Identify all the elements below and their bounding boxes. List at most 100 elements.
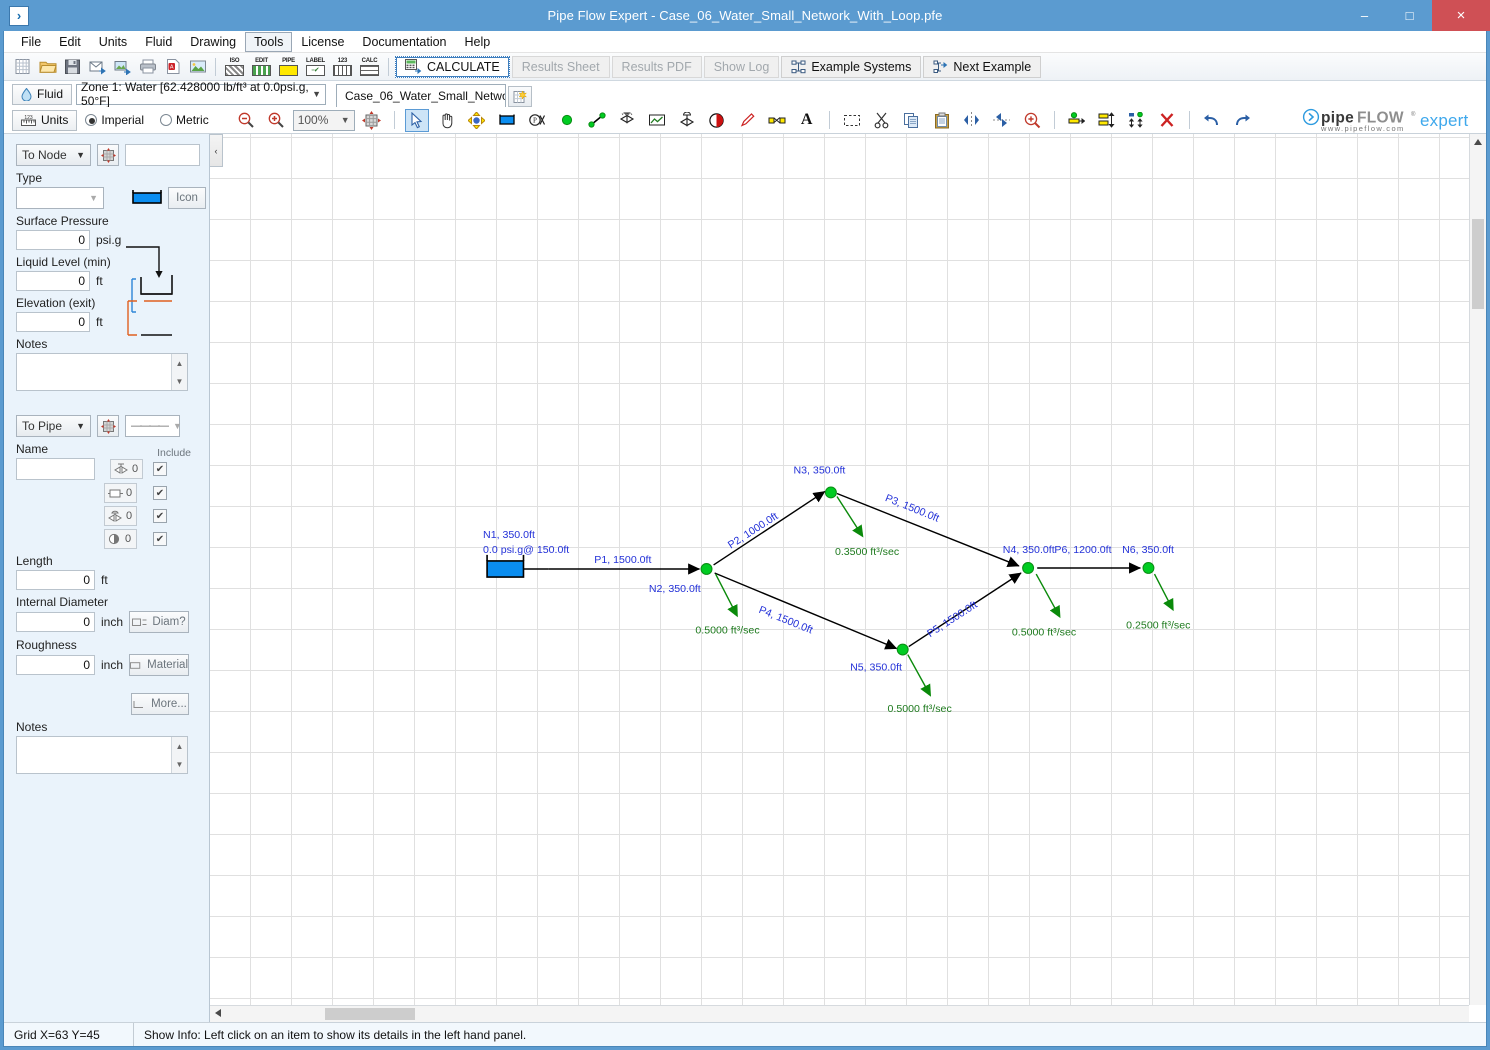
- document-tab[interactable]: Case_06_Water_Small_Netwo ✕: [336, 84, 507, 107]
- fluid-zone-select[interactable]: Zone 1: Water [62.428000 lb/ft³ at 0.0ps…: [76, 80, 327, 108]
- valve-icon[interactable]: [615, 109, 639, 132]
- component-count-button[interactable]: 0: [104, 483, 137, 503]
- picture-icon[interactable]: [186, 56, 209, 78]
- units-button[interactable]: 123 Units: [12, 109, 78, 131]
- export-image-icon[interactable]: [111, 56, 134, 78]
- iso-icon[interactable]: ISO: [222, 55, 247, 79]
- calculate-button[interactable]: CALCULATE: [395, 55, 510, 78]
- delete-red-x-icon[interactable]: [1155, 109, 1179, 132]
- node-N4[interactable]: [1022, 562, 1035, 574]
- pan-hand-icon[interactable]: [435, 109, 459, 132]
- to-pipe-combo[interactable]: To Pipe ▼: [16, 415, 91, 437]
- menu-item-help[interactable]: Help: [456, 32, 500, 52]
- move-icon[interactable]: [465, 109, 489, 132]
- node-notes-scrollbar[interactable]: ▲ ▼: [171, 354, 187, 390]
- node-notes-textarea[interactable]: ▲ ▼: [16, 353, 188, 391]
- collapse-panel-button[interactable]: ‹: [210, 134, 223, 167]
- pdf-icon[interactable]: A: [161, 56, 184, 78]
- example-systems-button[interactable]: Example Systems: [781, 55, 922, 78]
- resize-icon[interactable]: [1095, 109, 1119, 132]
- email-icon[interactable]: [86, 56, 109, 78]
- pipe-icon[interactable]: PIPE: [276, 55, 301, 79]
- pump-icon[interactable]: P: [525, 109, 549, 132]
- pencil-icon[interactable]: [735, 109, 759, 132]
- node-type-select[interactable]: ▼: [16, 187, 104, 209]
- node-name-input[interactable]: [125, 144, 200, 166]
- line-style-select[interactable]: ———— ▼: [125, 415, 182, 437]
- icon-button[interactable]: Icon: [168, 187, 206, 209]
- open-folder-icon[interactable]: [36, 56, 59, 78]
- pipe-draw-icon[interactable]: [585, 109, 609, 132]
- node-icon[interactable]: [555, 109, 579, 132]
- results-sheet-button[interactable]: Results Sheet: [511, 55, 610, 78]
- menu-item-file[interactable]: File: [12, 32, 50, 52]
- to-node-combo[interactable]: To Node ▼: [16, 144, 91, 166]
- zoom-region-icon[interactable]: [1020, 109, 1044, 132]
- copy-icon[interactable]: [900, 109, 924, 132]
- include-component-checkbox[interactable]: ✔: [153, 486, 167, 500]
- fluid-button[interactable]: Fluid: [12, 83, 73, 105]
- save-disk-icon[interactable]: [61, 56, 84, 78]
- vertical-scrollbar[interactable]: [1469, 134, 1486, 1005]
- label-icon[interactable]: LABEL ▫✔: [303, 55, 328, 79]
- redo-icon[interactable]: [1230, 109, 1254, 132]
- pump-count-button[interactable]: 0: [104, 529, 137, 549]
- results-pdf-button[interactable]: Results PDF: [611, 55, 702, 78]
- include-pump-checkbox[interactable]: ✔: [153, 532, 167, 546]
- pipe-P4[interactable]: [714, 572, 898, 650]
- include-valve-checkbox[interactable]: ✔: [153, 509, 167, 523]
- node-N5[interactable]: [896, 643, 909, 656]
- scroll-up-arrow[interactable]: [1470, 134, 1486, 150]
- menu-item-edit[interactable]: Edit: [50, 32, 90, 52]
- fit-to-grid-icon[interactable]: [360, 109, 384, 132]
- more-button[interactable]: More...: [131, 693, 189, 715]
- roughness-input[interactable]: 0: [16, 655, 95, 675]
- elevation-input[interactable]: 0: [16, 312, 90, 332]
- close-button[interactable]: ×: [1432, 0, 1490, 31]
- metric-radio[interactable]: Metric: [160, 113, 209, 127]
- calc-icon[interactable]: CALC: [357, 55, 382, 79]
- liquid-level-input[interactable]: 0: [16, 271, 90, 291]
- pipe-name-input[interactable]: [16, 458, 95, 480]
- imperial-radio[interactable]: Imperial: [85, 113, 144, 127]
- surface-pressure-input[interactable]: 0: [16, 230, 90, 250]
- edit-icon[interactable]: EDIT: [249, 55, 274, 79]
- tank-icon[interactable]: [495, 109, 519, 132]
- material-button[interactable]: Material: [129, 654, 190, 676]
- print-icon[interactable]: [136, 56, 159, 78]
- minimize-button[interactable]: –: [1342, 0, 1387, 31]
- menu-item-license[interactable]: License: [292, 32, 353, 52]
- new-tab-button[interactable]: [508, 86, 533, 107]
- horizontal-scrollbar[interactable]: [210, 1005, 1469, 1022]
- node-N2[interactable]: [700, 563, 713, 575]
- pipe-notes-scrollbar[interactable]: ▲ ▼: [171, 737, 187, 773]
- menu-item-drawing[interactable]: Drawing: [181, 32, 245, 52]
- control-valve-icon[interactable]: [675, 109, 699, 132]
- component-icon[interactable]: [765, 109, 789, 132]
- horizontal-scroll-thumb[interactable]: [325, 1008, 415, 1020]
- align-icon[interactable]: [1125, 109, 1149, 132]
- flip-horizontal-icon[interactable]: [990, 109, 1014, 132]
- numbers-icon[interactable]: 123: [330, 55, 355, 79]
- zoom-out-icon[interactable]: [234, 109, 258, 132]
- locate-node-icon[interactable]: [97, 144, 119, 166]
- include-fitting-checkbox[interactable]: ✔: [153, 462, 167, 476]
- locate-pipe-icon[interactable]: [97, 415, 119, 437]
- undo-icon[interactable]: [1200, 109, 1224, 132]
- valve-count-button[interactable]: 0: [104, 506, 137, 526]
- tank-node-N1[interactable]: [486, 554, 549, 578]
- node-N6[interactable]: [1142, 562, 1155, 574]
- maximize-button[interactable]: □: [1387, 0, 1432, 31]
- vertical-scroll-thumb[interactable]: [1472, 219, 1484, 309]
- scroll-left-arrow[interactable]: [210, 1009, 226, 1019]
- pressure-gauge-icon[interactable]: [705, 109, 729, 132]
- length-input[interactable]: 0: [16, 570, 95, 590]
- menu-item-units[interactable]: Units: [90, 32, 136, 52]
- insert-node-icon[interactable]: [1065, 109, 1089, 132]
- text-tool-icon[interactable]: A: [795, 109, 819, 132]
- paste-icon[interactable]: [930, 109, 954, 132]
- chart-icon[interactable]: [645, 109, 669, 132]
- pipe-P2[interactable]: [713, 490, 826, 566]
- drawing-canvas[interactable]: N1, 350.0ft 0.0 psi.g@ 150.0ft N2, 350.0…: [210, 134, 1469, 1005]
- show-log-button[interactable]: Show Log: [703, 55, 780, 78]
